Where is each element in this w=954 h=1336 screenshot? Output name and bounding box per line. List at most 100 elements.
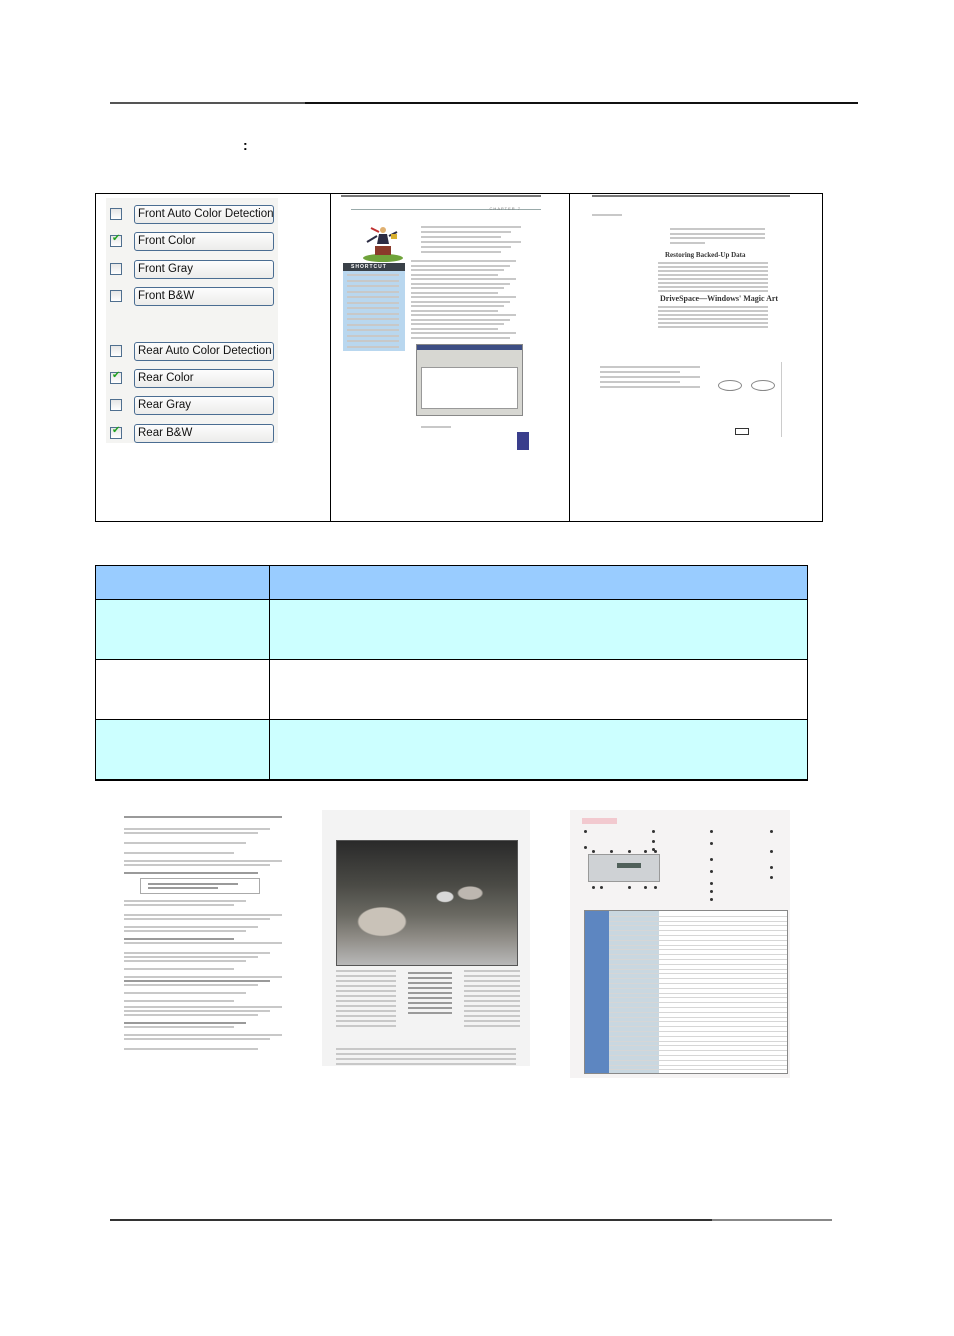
- text-line: [658, 270, 768, 272]
- checkbox-checked[interactable]: [110, 233, 122, 247]
- drive-ellipse-icon: [718, 380, 742, 391]
- option-rear-bw[interactable]: Rear B&W: [106, 422, 274, 444]
- callout-dot: [584, 846, 587, 849]
- text-line: [658, 282, 768, 284]
- spec-row-divider: [609, 1055, 787, 1056]
- text-line: [347, 312, 399, 315]
- text-line: [408, 997, 452, 999]
- checkbox[interactable]: [110, 290, 122, 302]
- text-line: [658, 314, 768, 316]
- text-line: [658, 290, 768, 292]
- spec-row-divider: [609, 925, 787, 927]
- text-line: [408, 977, 452, 979]
- shortcut-label: SHORTCUT: [343, 263, 405, 271]
- device-panel-figure: [588, 854, 660, 882]
- option-label[interactable]: Rear Auto Color Detection: [134, 341, 274, 361]
- page-number-tab: [517, 432, 529, 450]
- callout-dot: [652, 830, 655, 833]
- callout-dot: [710, 890, 713, 893]
- text-line: [464, 975, 520, 977]
- callout-dot: [610, 850, 613, 853]
- option-label[interactable]: Front B&W: [134, 286, 274, 306]
- checkbox[interactable]: [110, 399, 122, 411]
- text-line: [464, 980, 520, 982]
- text-line: [347, 290, 399, 293]
- spec-row-divider: [609, 1045, 787, 1047]
- text-line: [124, 926, 258, 928]
- text-line: [411, 260, 516, 262]
- checkbox[interactable]: [110, 345, 122, 357]
- text-line: [347, 285, 399, 287]
- spec-row-divider: [609, 1002, 787, 1004]
- callout-dot: [628, 850, 631, 853]
- section-heading: Restoring Backed-Up Data: [665, 251, 746, 259]
- table-row: [95, 599, 808, 660]
- text-line: [124, 1026, 234, 1028]
- spec-row-divider: [609, 1007, 787, 1008]
- text-line: [411, 336, 510, 339]
- callout-dot: [644, 886, 647, 889]
- text-line: [658, 266, 768, 268]
- text-line: [408, 1002, 452, 1004]
- text-line: [347, 329, 399, 331]
- panel-color-page-sample: CHAPTER 7 SHORTCUT: [331, 194, 570, 521]
- option-rear-auto-color[interactable]: Rear Auto Color Detection: [106, 340, 274, 362]
- spec-row-divider: [609, 1064, 787, 1066]
- text-line: [336, 1053, 516, 1055]
- text-line: [347, 323, 399, 326]
- text-line: [347, 340, 399, 342]
- checkbox-checked[interactable]: [110, 425, 122, 439]
- drive-ellipse-icon: [751, 380, 775, 391]
- callout-dot: [770, 850, 773, 853]
- text-line: [124, 938, 234, 940]
- callout-dot: [652, 840, 655, 843]
- spec-row-divider: [609, 1016, 787, 1018]
- checkbox-checked[interactable]: [110, 370, 122, 384]
- text-line: [124, 1022, 246, 1024]
- callout-dot: [710, 842, 713, 845]
- option-label[interactable]: Rear B&W: [134, 423, 274, 443]
- checkbox[interactable]: [110, 263, 122, 275]
- text-line: [124, 1014, 258, 1016]
- option-label[interactable]: Rear Gray: [134, 395, 274, 415]
- text-line: [124, 1038, 270, 1040]
- text-line: [670, 237, 765, 239]
- text-line: [336, 975, 396, 977]
- option-label[interactable]: Front Gray: [134, 259, 274, 279]
- spec-row-divider: [609, 973, 787, 975]
- text-line: [347, 274, 399, 276]
- footer-rule: [110, 1219, 832, 1221]
- spec-row-divider: [609, 954, 787, 956]
- option-rear-color[interactable]: Rear Color: [106, 367, 274, 389]
- checkbox[interactable]: [110, 208, 122, 220]
- spec-row-divider: [609, 1011, 787, 1013]
- drivespace-dialog-figure: [713, 362, 782, 437]
- text-line: [347, 334, 399, 337]
- callout-dot: [654, 886, 657, 889]
- option-front-auto-color[interactable]: Front Auto Color Detection: [106, 203, 274, 225]
- text-line: [411, 273, 498, 276]
- text-line: [421, 426, 451, 428]
- text-line: [336, 1048, 516, 1050]
- file-list-pane: [421, 367, 518, 409]
- option-front-color[interactable]: Front Color: [106, 230, 274, 252]
- spec-row-divider: [609, 963, 787, 965]
- callout-dot: [628, 886, 631, 889]
- spec-row-divider: [609, 949, 787, 951]
- text-line: [124, 914, 282, 916]
- option-label[interactable]: Rear Color: [134, 368, 274, 388]
- text-line: [670, 232, 765, 235]
- spec-sheet-sample: [570, 810, 790, 1078]
- text-line: [411, 296, 516, 298]
- option-label[interactable]: Front Auto Color Detection: [134, 204, 274, 224]
- text-line: [124, 900, 246, 902]
- text-line: [421, 236, 501, 238]
- quote-box: [140, 878, 260, 894]
- spec-table: [584, 910, 788, 1074]
- option-label[interactable]: Front Color: [134, 231, 274, 251]
- option-front-gray[interactable]: Front Gray: [106, 258, 274, 280]
- option-rear-gray[interactable]: Rear Gray: [106, 394, 274, 416]
- dialog-button: [735, 428, 749, 435]
- page-top-edge: [592, 195, 790, 197]
- option-front-bw[interactable]: Front B&W: [106, 285, 274, 307]
